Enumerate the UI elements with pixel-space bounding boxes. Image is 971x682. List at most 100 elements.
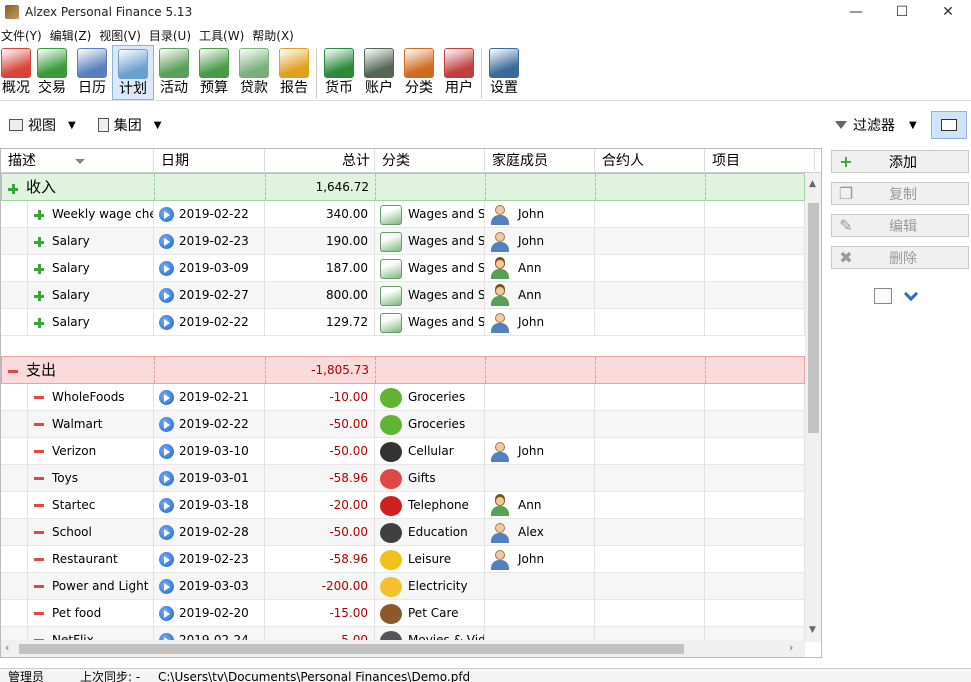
- row-amount: -58.96: [329, 471, 368, 485]
- edit-notes-icon[interactable]: [874, 288, 892, 304]
- row-description: School: [52, 525, 92, 539]
- column-header-category[interactable]: 分类: [375, 149, 485, 173]
- row-date: 2019-03-18: [179, 498, 249, 512]
- row-date: 2019-02-27: [179, 288, 249, 302]
- toolbar-label: 日历: [78, 80, 106, 96]
- male-user-icon: [490, 549, 510, 571]
- wallet-icon: [364, 48, 394, 78]
- table-row[interactable]: Salary 2019-03-09 187.00 Wages and Salary An…: [1, 255, 805, 282]
- row-amount: -200.00: [321, 579, 368, 593]
- side-panel-toggle[interactable]: [931, 111, 967, 139]
- row-amount: -10.00: [329, 390, 368, 404]
- maximize-button[interactable]: ☐: [879, 0, 925, 24]
- menu-file[interactable]: 文件(Y): [0, 27, 49, 44]
- column-header-contractor[interactable]: 合约人: [595, 149, 705, 173]
- toolbar-button-12[interactable]: 设置: [484, 45, 524, 100]
- filter-icon: [835, 121, 847, 129]
- table-row[interactable]: School 2019-02-28 -50.00 Education Alex: [1, 519, 805, 546]
- toolbar-label: 贷款: [240, 80, 268, 96]
- row-member: Alex: [518, 525, 544, 539]
- column-header-project[interactable]: 项目: [705, 149, 815, 173]
- toolbar-button-8[interactable]: 货币: [319, 45, 359, 100]
- delete-button[interactable]: ✖ 删除: [831, 246, 969, 269]
- toolbar-button-9[interactable]: 账户: [359, 45, 399, 100]
- table-row[interactable]: Weekly wage check 2019-02-22 340.00 Wages a…: [1, 201, 805, 228]
- currency-exchange-icon: [324, 48, 354, 78]
- toolbar-button-10[interactable]: 分类: [399, 45, 439, 100]
- table-row[interactable]: Verizon 2019-03-10 -50.00 Cellular John: [1, 438, 805, 465]
- toolbar-label: 预算: [200, 80, 228, 96]
- toolbar-label: 用户: [445, 80, 473, 96]
- toolbar-button-6[interactable]: 贷款: [234, 45, 274, 100]
- income-group-row[interactable]: 收入 1,646.72: [1, 173, 806, 201]
- toolbar-button-2[interactable]: 日历: [72, 45, 112, 100]
- table-row[interactable]: Walmart 2019-02-22 -50.00 Groceries: [1, 411, 805, 438]
- scroll-up-icon[interactable]: ▲: [809, 179, 816, 189]
- transactions-grid: 描述 日期 总计 分类 家庭成员 合约人 项目 收入 1,646.72 Weekly…: [0, 148, 822, 658]
- expense-group-row[interactable]: 支出 -1,805.73: [1, 356, 806, 384]
- chevron-down-icon[interactable]: [903, 286, 919, 302]
- toolbar-button-1[interactable]: 交易: [32, 45, 72, 100]
- column-header-label: 描述: [8, 153, 36, 169]
- female-user-icon: [490, 258, 510, 280]
- menu-bar: 文件(Y) 编辑(Z) 视图(V) 目录(U) 工具(W) 帮助(X): [0, 25, 301, 45]
- row-member: Ann: [518, 498, 542, 512]
- edit-button[interactable]: ✎ 编辑: [831, 214, 969, 237]
- toolbar-button-5[interactable]: 预算: [194, 45, 234, 100]
- toolbar-button-11[interactable]: 用户: [439, 45, 479, 100]
- table-row[interactable]: Salary 2019-02-27 800.00 Wages and Salary An…: [1, 282, 805, 309]
- row-amount: -50.00: [329, 525, 368, 539]
- table-row[interactable]: Pet food 2019-02-20 -15.00 Pet Care: [1, 600, 805, 627]
- checklist-icon: [159, 48, 189, 78]
- add-button[interactable]: + 添加: [831, 150, 969, 173]
- category-icon: [380, 495, 402, 516]
- handshake-money-icon: [239, 48, 269, 78]
- male-user-icon: [490, 441, 510, 463]
- vertical-scroll-thumb[interactable]: [808, 203, 819, 433]
- horizontal-scrollbar[interactable]: ‹ ›: [1, 640, 805, 657]
- menu-tools[interactable]: 工具(W): [198, 27, 251, 44]
- column-header-total[interactable]: 总计: [265, 149, 375, 173]
- table-row[interactable]: Power and Light 2019-03-03 -200.00 Electric…: [1, 573, 805, 600]
- table-row[interactable]: Restaurant 2019-02-23 -58.96 Leisure John: [1, 546, 805, 573]
- menu-view[interactable]: 视图(V): [98, 27, 148, 44]
- scheduled-icon: [159, 552, 174, 567]
- menu-edit[interactable]: 编辑(Z): [49, 27, 99, 44]
- toolbar-label: 交易: [38, 80, 66, 96]
- toolbar-button-4[interactable]: 活动: [154, 45, 194, 100]
- row-category: Wages and Salary: [408, 207, 485, 221]
- menu-help[interactable]: 帮助(X): [251, 27, 301, 44]
- menu-catalog[interactable]: 目录(U): [148, 27, 198, 44]
- close-button[interactable]: ✕: [925, 0, 971, 24]
- view-dropdown[interactable]: 视图 ▼: [9, 115, 76, 135]
- row-amount: 187.00: [326, 261, 368, 275]
- table-row[interactable]: Toys 2019-03-01 -58.96 Gifts: [1, 465, 805, 492]
- table-row[interactable]: Salary 2019-02-23 190.00 Wages and Salary Jo…: [1, 228, 805, 255]
- row-amount: -20.00: [329, 498, 368, 512]
- group-dropdown[interactable]: 集团 ▼: [97, 115, 161, 135]
- minimize-button[interactable]: —: [833, 0, 879, 24]
- row-date: 2019-02-22: [179, 207, 249, 221]
- scroll-left-icon[interactable]: ‹: [5, 641, 9, 654]
- category-icon: [380, 576, 402, 597]
- table-row[interactable]: Salary 2019-02-22 129.72 Wages and Salary Jo…: [1, 309, 805, 336]
- table-row[interactable]: WholeFoods 2019-02-21 -10.00 Groceries: [1, 384, 805, 411]
- vertical-scrollbar[interactable]: ▲ ▼: [805, 173, 821, 642]
- table-row[interactable]: Startec 2019-03-18 -20.00 Telephone Ann: [1, 492, 805, 519]
- filter-dropdown[interactable]: 过滤器 ▼: [835, 115, 917, 135]
- toolbar-button-3[interactable]: 计划: [112, 45, 154, 100]
- column-header-description[interactable]: 描述: [1, 149, 154, 173]
- horizontal-scroll-thumb[interactable]: [19, 644, 684, 654]
- scroll-down-icon[interactable]: ▼: [809, 625, 816, 635]
- scheduled-icon: [159, 579, 174, 594]
- row-member: Ann: [518, 261, 542, 275]
- row-date: 2019-02-20: [179, 606, 249, 620]
- toolbar-button-0[interactable]: 概况: [0, 45, 32, 100]
- scroll-right-icon[interactable]: ›: [789, 641, 793, 654]
- group-total: -1,805.73: [311, 363, 369, 377]
- column-header-member[interactable]: 家庭成员: [485, 149, 595, 173]
- copy-icon: ❐: [838, 184, 854, 203]
- column-header-date[interactable]: 日期: [154, 149, 265, 173]
- copy-button[interactable]: ❐ 复制: [831, 182, 969, 205]
- toolbar-button-7[interactable]: 报告: [274, 45, 314, 100]
